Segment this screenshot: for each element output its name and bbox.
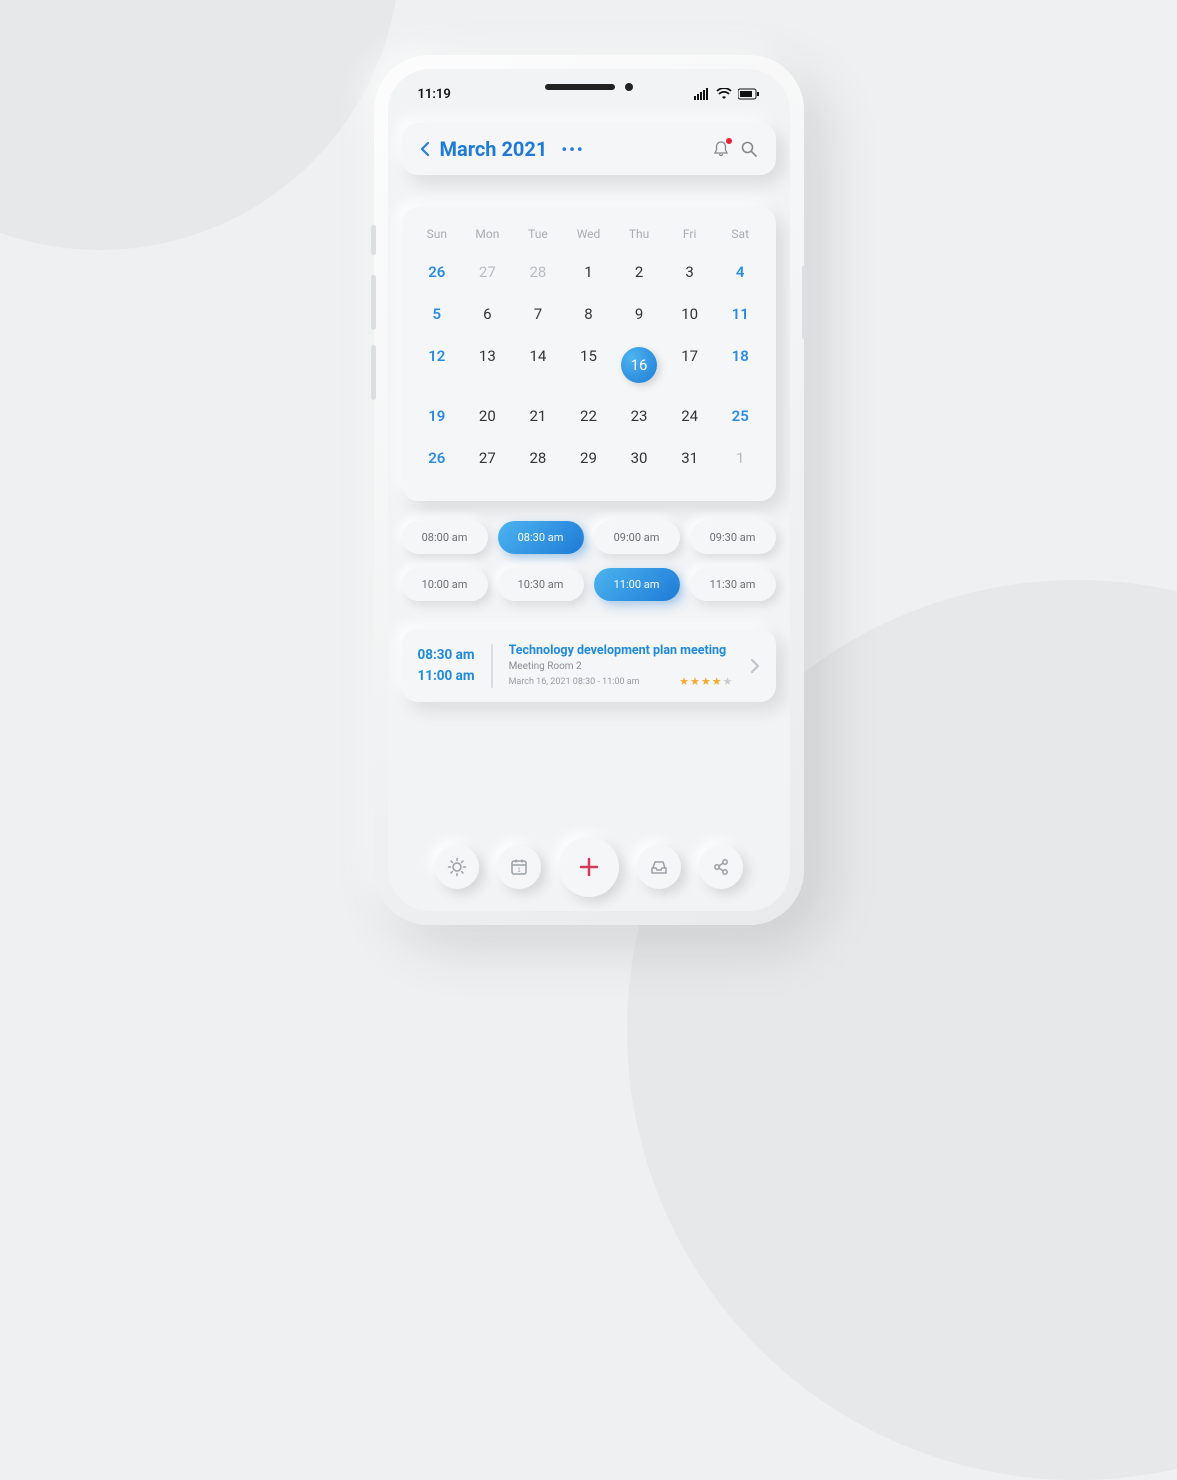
time-slots: 08:00 am 08:30 am 09:00 am 09:30 am 10:00 am… [402,521,776,601]
calendar-day[interactable]: 31 [664,437,715,479]
time-slot[interactable]: 11:00 am [594,568,680,601]
volume-down-button [371,345,376,400]
battery-icon [738,88,760,100]
svg-text:1: 1 [517,868,521,874]
more-icon[interactable]: ••• [561,140,584,159]
event-times: 08:30 am 11:00 am [418,645,475,686]
calendar-day[interactable]: 29 [563,437,614,479]
dow-label: Tue [513,221,564,251]
calendar-day[interactable]: 24 [664,395,715,437]
dow-label: Sat [715,221,766,251]
calendar: SunMonTueWedThuFriSat 262728123456789101… [402,207,776,501]
calendar-day[interactable]: 18 [715,335,766,395]
share-button[interactable] [699,845,743,889]
calendar-day[interactable]: 26 [412,437,463,479]
calendar-day[interactable]: 14 [513,335,564,395]
calendar-day[interactable]: 8 [563,293,614,335]
time-slot[interactable]: 11:30 am [690,568,776,601]
phone-frame: 11:19 March 2021 ••• [374,55,804,925]
calendar-day[interactable]: 19 [412,395,463,437]
event-rating: ★★★★★ [679,675,733,688]
dow-label: Wed [563,221,614,251]
event-card[interactable]: 08:30 am 11:00 am Technology development… [402,629,776,702]
notification-icon[interactable] [712,140,730,158]
wifi-icon [716,88,732,100]
brightness-button[interactable] [435,845,479,889]
calendar-day[interactable]: 7 [513,293,564,335]
calendar-day[interactable]: 2 [614,251,665,293]
calendar-day[interactable]: 26 [412,251,463,293]
calendar-day[interactable]: 15 [563,335,614,395]
calendar-day[interactable]: 6 [462,293,513,335]
calendar-day[interactable]: 23 [614,395,665,437]
calendar-day[interactable]: 3 [664,251,715,293]
calendar-button[interactable]: 1 [497,845,541,889]
calendar-day[interactable]: 1 [715,437,766,479]
calendar-day[interactable]: 4 [715,251,766,293]
chevron-right-icon[interactable] [750,657,760,675]
dow-label: Fri [664,221,715,251]
side-button [371,225,376,255]
calendar-day[interactable]: 22 [563,395,614,437]
status-time: 11:19 [418,87,451,102]
dow-label: Sun [412,221,463,251]
calendar-day[interactable]: 13 [462,335,513,395]
calendar-day[interactable]: 20 [462,395,513,437]
notch [545,83,633,91]
time-slot[interactable]: 09:30 am [690,521,776,554]
calendar-day[interactable]: 16 [614,335,665,395]
time-slot[interactable]: 08:00 am [402,521,488,554]
event-room: Meeting Room 2 [509,661,734,672]
time-slot[interactable]: 09:00 am [594,521,680,554]
inbox-button[interactable] [637,845,681,889]
time-slot[interactable]: 10:30 am [498,568,584,601]
calendar-day[interactable]: 21 [513,395,564,437]
calendar-day[interactable]: 12 [412,335,463,395]
month-header: March 2021 ••• [402,123,776,175]
time-slot[interactable]: 08:30 am [498,521,584,554]
calendar-day[interactable]: 30 [614,437,665,479]
calendar-day[interactable]: 27 [462,251,513,293]
event-detail: March 16, 2021 08:30 - 11:00 am [509,677,640,687]
event-title: Technology development plan meeting [509,643,734,658]
signal-icon [694,88,710,100]
event-end: 11:00 am [418,666,475,686]
calendar-day[interactable]: 1 [563,251,614,293]
calendar-day[interactable]: 17 [664,335,715,395]
bottom-nav: 1 [388,837,790,897]
calendar-day[interactable]: 25 [715,395,766,437]
search-icon[interactable] [740,140,758,158]
dow-label: Thu [614,221,665,251]
calendar-day[interactable]: 11 [715,293,766,335]
calendar-day[interactable]: 28 [513,437,564,479]
screen: 11:19 March 2021 ••• [388,69,790,911]
month-label[interactable]: March 2021 [440,137,548,161]
prev-month-icon[interactable] [420,141,430,157]
volume-up-button [371,275,376,330]
dow-label: Mon [462,221,513,251]
power-button [802,265,807,340]
calendar-day[interactable]: 27 [462,437,513,479]
event-body: Technology development plan meeting Meet… [509,643,734,688]
calendar-day[interactable]: 10 [664,293,715,335]
add-button[interactable] [559,837,619,897]
calendar-day[interactable]: 9 [614,293,665,335]
event-start: 08:30 am [418,645,475,665]
time-slot[interactable]: 10:00 am [402,568,488,601]
divider [491,644,493,688]
calendar-day[interactable]: 5 [412,293,463,335]
status-icons [694,88,760,100]
calendar-day[interactable]: 28 [513,251,564,293]
